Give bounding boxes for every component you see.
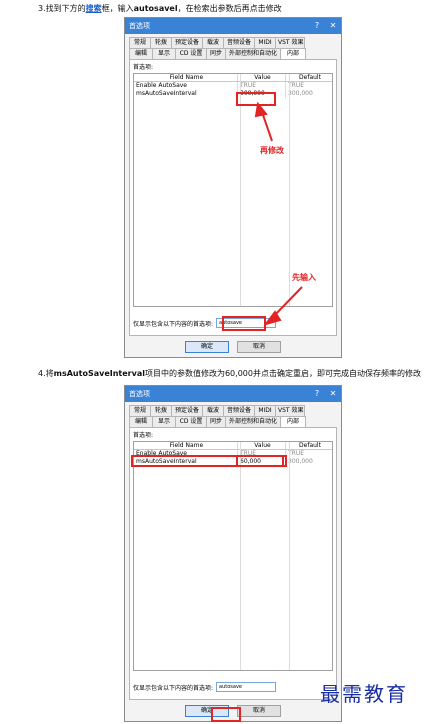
- close-icon[interactable]: ✕: [325, 18, 341, 34]
- cell-value: TRUE: [238, 82, 286, 90]
- grid-divider: [289, 74, 290, 306]
- dialog-1-panel: 首选项: Field Name Value Default Enable Aut…: [129, 59, 337, 336]
- dialog-1-tab-row-1: 常规 轮拨 预定设备 载波 音频设备 MIDI VST 效果: [129, 37, 337, 48]
- step-4-keyword: msAutoSaveInterval: [53, 369, 145, 378]
- dialog-2-panel: 首选项: Field Name Value Default Enable Aut…: [129, 427, 337, 700]
- dialog-2-panel-label: 首选项:: [133, 432, 154, 439]
- step-3-search-link[interactable]: 搜索: [86, 4, 102, 13]
- tab-audio-devices[interactable]: 音频设备: [223, 405, 255, 416]
- cell-default: TRUE: [288, 82, 305, 89]
- grid-divider: [289, 442, 290, 670]
- tab-general[interactable]: 常规: [129, 405, 151, 416]
- highlight-filter-box: [222, 316, 266, 331]
- dialog-2-tabs: 常规 轮拨 预定设备 载波 音频设备 MIDI VST 效果 编辑 显示 CD …: [129, 405, 337, 427]
- preferences-dialog-1: 首选项 ? ✕ 常规 轮拨 预定设备 载波 音频设备 MIDI VST 效果 编…: [124, 17, 342, 358]
- tab-preset-devices[interactable]: 预定设备: [171, 37, 203, 48]
- close-icon[interactable]: ✕: [325, 386, 341, 402]
- step-4-caption: 4.将msAutoSaveInterval项目中的参数值修改为60,000并点击…: [38, 368, 421, 379]
- annotation-modify-again: 再修改: [260, 146, 284, 155]
- tab-wheel[interactable]: 轮拨: [150, 37, 172, 48]
- cancel-button[interactable]: 取消: [237, 704, 281, 717]
- ok-button[interactable]: 确定: [185, 340, 229, 353]
- help-icon[interactable]: ?: [309, 386, 325, 402]
- dialog-2-tab-row-2: 编辑 显示 CD 设置 同步 外部控制和自动化 内部: [129, 416, 337, 427]
- table-row[interactable]: Enable AutoSave TRUE TRUE: [134, 82, 332, 90]
- tab-vst-effects[interactable]: VST 效果: [275, 37, 305, 48]
- dialog-1-button-row: 确定 取消: [125, 336, 341, 357]
- tab-internal[interactable]: 内部: [280, 416, 306, 427]
- header-default[interactable]: Default: [286, 74, 332, 81]
- tab-carrier[interactable]: 载波: [202, 405, 224, 416]
- step-3-caption: 3.找到下方的搜索框，输入autosavel，在检索出参数后再点击修改: [38, 3, 282, 14]
- tab-display[interactable]: 显示: [152, 416, 176, 427]
- step-3-middle: 框，输入: [101, 4, 134, 13]
- highlight-value-box: [236, 92, 276, 106]
- tab-vst-effects[interactable]: VST 效果: [275, 405, 305, 416]
- dialog-2-tab-row-1: 常规 轮拨 预定设备 载波 音频设备 MIDI VST 效果: [129, 405, 337, 416]
- highlight-ok-button: [211, 707, 241, 722]
- cell-field-name: Enable AutoSave: [134, 82, 238, 90]
- grid-header: Field Name Value Default: [134, 74, 332, 82]
- tab-sync[interactable]: 同步: [206, 416, 226, 427]
- dialog-2-preferences-grid[interactable]: Field Name Value Default Enable AutoSave…: [133, 441, 333, 671]
- grid-divider: [240, 442, 241, 670]
- tab-edit[interactable]: 编辑: [129, 416, 153, 427]
- dialog-1-tabs: 常规 轮拨 预定设备 载波 音频设备 MIDI VST 效果 编辑 显示 CD …: [129, 37, 337, 59]
- header-field-name[interactable]: Field Name: [134, 442, 238, 449]
- tab-preset-devices[interactable]: 预定设备: [171, 405, 203, 416]
- dialog-2-title: 首选项: [129, 390, 150, 398]
- tab-external-control[interactable]: 外部控制和自动化: [225, 416, 281, 427]
- tab-wheel[interactable]: 轮拨: [150, 405, 172, 416]
- tab-midi[interactable]: MIDI: [254, 405, 276, 416]
- tab-general[interactable]: 常规: [129, 37, 151, 48]
- header-field-name[interactable]: Field Name: [134, 74, 238, 81]
- tab-display[interactable]: 显示: [152, 48, 176, 59]
- tab-carrier[interactable]: 载波: [202, 37, 224, 48]
- help-icon[interactable]: ?: [309, 18, 325, 34]
- header-value[interactable]: Value: [238, 442, 286, 449]
- dialog-2-filter-row: 仅显示包含以下内容的首选项: autosave: [133, 681, 333, 693]
- highlight-new-value-box: [236, 455, 284, 467]
- header-value[interactable]: Value: [238, 74, 286, 81]
- step-4-prefix: 4.将: [38, 369, 54, 378]
- filter-label: 仅显示包含以下内容的首选项:: [133, 320, 214, 328]
- filter-label: 仅显示包含以下内容的首选项:: [133, 684, 214, 692]
- annotation-input-first: 先输入: [292, 273, 316, 282]
- cell-default: TRUE: [288, 450, 305, 457]
- header-default[interactable]: Default: [286, 442, 332, 449]
- tab-sync[interactable]: 同步: [206, 48, 226, 59]
- tab-edit[interactable]: 编辑: [129, 48, 153, 59]
- grid-header: Field Name Value Default: [134, 442, 332, 450]
- dialog-1-tab-row-2: 编辑 显示 CD 设置 同步 外部控制和自动化 内部: [129, 48, 337, 59]
- dialog-1-title: 首选项: [129, 22, 150, 30]
- tab-midi[interactable]: MIDI: [254, 37, 276, 48]
- cell-default: 300,000: [288, 458, 313, 465]
- dialog-2-titlebar: 首选项 ? ✕: [125, 386, 341, 402]
- step-3-prefix: 3.找到下方的: [38, 4, 86, 13]
- tab-cd-settings[interactable]: CD 设置: [175, 416, 207, 427]
- dialog-1-titlebar: 首选项 ? ✕: [125, 18, 341, 34]
- tab-audio-devices[interactable]: 音频设备: [223, 37, 255, 48]
- tab-external-control[interactable]: 外部控制和自动化: [225, 48, 281, 59]
- cancel-button[interactable]: 取消: [237, 340, 281, 353]
- step-3-keyword: autosavel: [133, 4, 178, 13]
- tab-internal[interactable]: 内部: [280, 48, 306, 59]
- grid-divider: [240, 74, 241, 306]
- cell-field-name: msAutoSaveInterval: [134, 90, 238, 98]
- watermark: 最需教育: [320, 682, 408, 706]
- tab-cd-settings[interactable]: CD 设置: [175, 48, 207, 59]
- table-row[interactable]: msAutoSaveInterval 300,000 300,000: [134, 90, 332, 98]
- filter-input[interactable]: autosave: [216, 682, 277, 692]
- preferences-dialog-2: 首选项 ? ✕ 常规 轮拨 预定设备 载波 音频设备 MIDI VST 效果 编…: [124, 385, 342, 722]
- dialog-1-panel-label: 首选项:: [133, 64, 154, 71]
- step-3-suffix: ，在检索出参数后再点击修改: [177, 4, 282, 13]
- step-4-suffix: 项目中的参数值修改为60,000并点击确定重启，即可完成自动保存频率的修改: [144, 369, 421, 378]
- cell-default: 300,000: [288, 90, 313, 97]
